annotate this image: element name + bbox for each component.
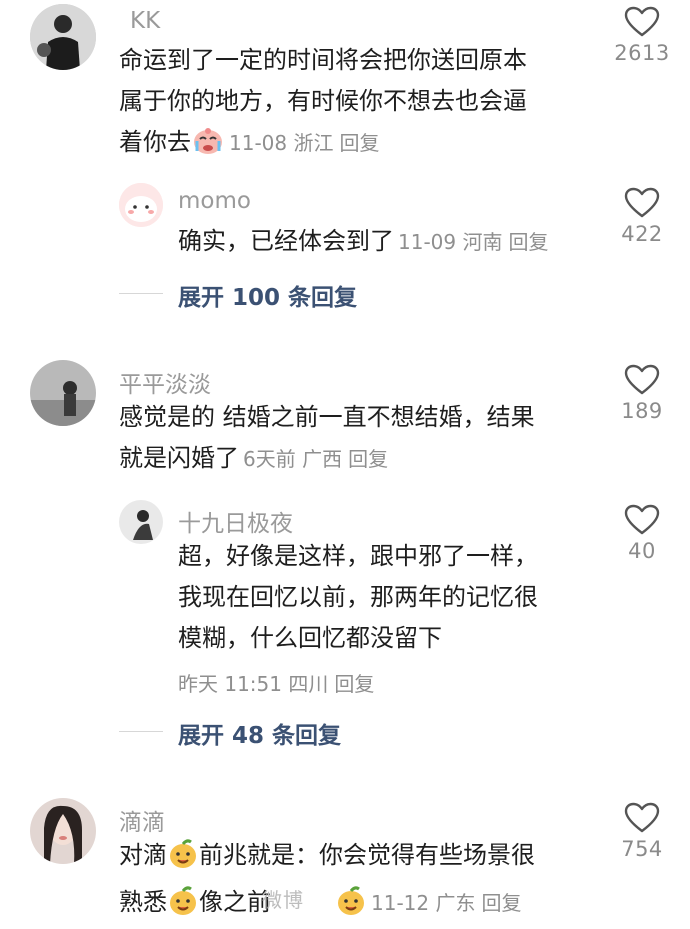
comment-line-text: 对滴 [119, 841, 167, 869]
avatar[interactable] [119, 183, 163, 227]
heart-icon [624, 187, 660, 218]
like-count: 2613 [614, 41, 670, 65]
comment-line: 命运到了一定的时间将会把你送回原本 [119, 46, 527, 74]
comment-username[interactable]: 滴滴 [119, 803, 165, 837]
comment-location: 浙江 [293, 131, 334, 155]
like-button[interactable]: 189 [602, 364, 682, 423]
comment-line: 属于你的地方，有时候你不想去也会逼 [119, 87, 527, 115]
comment-meta: 11-08 浙江 回复 [229, 131, 379, 155]
reply-username[interactable]: 十九日极夜 [178, 504, 293, 538]
reply-line: 我现在回忆以前，那两年的记忆很 [178, 583, 538, 611]
like-count: 754 [621, 837, 663, 861]
reply-text: 超，好像是这样，跟中邪了一样， 我现在回忆以前，那两年的记忆很 模糊，什么回忆都… [178, 536, 598, 659]
comment-meta: 11-12 广东 回复 [371, 891, 521, 915]
avatar[interactable] [30, 360, 96, 426]
comment-text: 感觉是的 结婚之前一直不想结婚，结果 就是闪婚了 6天前 广西 回复 [119, 397, 599, 480]
reply-date: 昨天 11:51 [178, 672, 282, 696]
comment-location: 广西 [302, 447, 343, 471]
reply-button[interactable]: 回复 [334, 672, 374, 696]
user-photo-icon [30, 4, 96, 70]
watermark: 微博 [262, 888, 304, 912]
like-button[interactable]: 2613 [602, 6, 682, 65]
user-photo-icon [30, 360, 96, 426]
like-count: 422 [621, 222, 663, 246]
expand-replies-button[interactable]: 展开 48 条回复 [178, 716, 341, 750]
reply-text: 确实，已经体会到了 11-09 河南 回复 [178, 221, 598, 263]
comment-line: 对滴 前兆就是：你会觉得有些场景很 [119, 835, 599, 882]
like-count: 40 [628, 539, 656, 563]
comment-line-last: 熟悉 像之前 11-12 广东 回复 [119, 882, 599, 929]
comment-meta: 6天前 广西 回复 [243, 447, 388, 471]
comment-line-text: 着你去 [119, 128, 191, 156]
comment-line-text: 像之前 [199, 888, 271, 916]
heart-icon [624, 364, 660, 395]
heart-icon [624, 504, 660, 535]
comment-date: 11-12 [371, 891, 430, 915]
cartoon-avatar-icon [119, 183, 163, 227]
heart-icon [624, 6, 660, 37]
comment-line-last: 着你去 11-08 浙江 回复 [119, 122, 599, 169]
comment-line-text: 就是闪婚了 [119, 444, 239, 472]
reply-location: 河南 [462, 230, 503, 254]
reply-line: 确实，已经体会到了 [178, 227, 394, 255]
like-button[interactable]: 754 [602, 802, 682, 861]
reply-username[interactable]: momo [178, 188, 251, 214]
comment-line-last: 就是闪婚了 6天前 广西 回复 [119, 438, 599, 480]
mango-face-icon [167, 886, 199, 929]
reply-location: 四川 [288, 672, 329, 696]
like-button[interactable]: 40 [602, 504, 682, 563]
heart-icon [624, 802, 660, 833]
comment-text: 命运到了一定的时间将会把你送回原本 属于你的地方，有时候你不想去也会逼 着你去 1… [119, 40, 599, 169]
reply-button[interactable]: 回复 [348, 447, 388, 471]
mango-face-icon [167, 839, 199, 882]
user-photo-icon [30, 798, 96, 864]
reply-meta: 昨天 11:51 四川 回复 [178, 668, 374, 697]
comment-username[interactable]: 平平淡淡 [119, 365, 211, 399]
comment-text: 对滴 前兆就是：你会觉得有些场景很 熟悉 像之前 11-12 广东 回复 [119, 835, 599, 929]
reply-button[interactable]: 回复 [481, 891, 521, 915]
avatar[interactable] [119, 500, 163, 544]
comment-date: 6天前 [243, 447, 296, 471]
reply-line: 超，好像是这样，跟中邪了一样， [178, 542, 538, 570]
user-photo-icon [119, 500, 163, 544]
mango-face-icon [335, 886, 367, 929]
comment-line-text: 前兆就是：你会觉得有些场景很 [199, 841, 535, 869]
reply-meta: 11-09 河南 回复 [398, 230, 548, 254]
comment-date: 11-08 [229, 131, 288, 155]
crying-face-icon [191, 126, 225, 169]
comment-location: 广东 [435, 891, 476, 915]
expand-replies-button[interactable]: 展开 100 条回复 [178, 278, 357, 312]
reply-line: 模糊，什么回忆都没留下 [178, 624, 442, 652]
comment-line-text: 熟悉 [119, 888, 167, 916]
avatar[interactable] [30, 4, 96, 70]
divider [119, 293, 163, 294]
comment-line: 感觉是的 结婚之前一直不想结婚，结果 [119, 403, 535, 431]
reply-date: 11-09 [398, 230, 457, 254]
reply-button[interactable]: 回复 [339, 131, 379, 155]
avatar[interactable] [30, 798, 96, 864]
like-count: 189 [621, 399, 663, 423]
like-button[interactable]: 422 [602, 187, 682, 246]
reply-button[interactable]: 回复 [508, 230, 548, 254]
comment-username[interactable]: KK [130, 8, 160, 34]
divider [119, 731, 163, 732]
